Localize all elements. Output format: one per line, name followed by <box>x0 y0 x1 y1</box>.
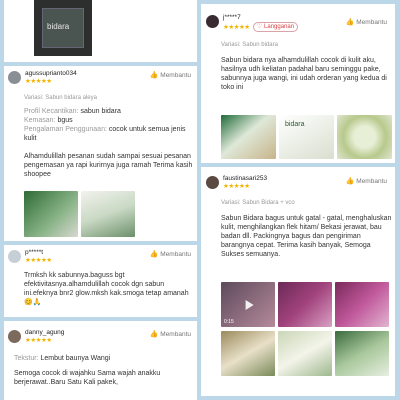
review-details: Profil Kecantikan: sabun bidara Kemasan:… <box>24 107 194 143</box>
username[interactable]: danny_agung <box>25 329 64 337</box>
variant-text: Variasi: Sabun bidara aleya <box>24 95 97 101</box>
star-rating: ★★★★★ <box>223 23 250 31</box>
review-text: Trmksh kk sabunnya.baguss bgt efektivita… <box>24 272 189 306</box>
review-text: Semoga cocok di wajahku Sama wajah anakk… <box>14 370 161 386</box>
review-card-5: faustinasari253 ★★★★★ 👍 Membantu Variasi… <box>201 167 395 396</box>
review-photo[interactable] <box>221 331 275 376</box>
review-card-2: p*****t ★★★★★ 👍 Membantu Trmksh kk sabun… <box>4 245 197 317</box>
detail-line: Profil Kecantikan: sabun bidara <box>24 108 121 115</box>
photo-label: bidara <box>285 121 305 128</box>
review-header: j*****7 ★★★★★ ♡ Langganan <box>206 14 299 32</box>
review-text: Alhamdulillah pesanan sudah sampai sesua… <box>24 153 193 178</box>
brand-text: bidara <box>47 22 70 31</box>
review-photo[interactable]: bidara <box>279 115 334 159</box>
helpful-label: Membantu <box>356 18 387 26</box>
helpful-button[interactable]: 👍 Membantu <box>149 330 191 339</box>
avatar[interactable] <box>8 330 21 343</box>
review-photo[interactable] <box>221 115 276 159</box>
review-photo[interactable] <box>335 282 389 327</box>
subscriber-badge: ♡ Langganan <box>252 22 299 32</box>
review-header: agussuprianto034 ★★★★★ <box>8 70 77 85</box>
review-text: Sabun Bidara bagus untuk gatal - gatal, … <box>221 215 392 258</box>
thumbs-up-icon: 👍 <box>345 178 355 185</box>
detail-line: Pengalaman Penggunaan: cocok untuk semua… <box>24 126 186 142</box>
review-photo[interactable] <box>337 115 392 159</box>
heart-icon: ♡ <box>256 24 263 30</box>
username[interactable]: j*****7 <box>223 14 298 22</box>
review-photos: 0:15 <box>221 282 393 376</box>
avatar[interactable] <box>8 250 21 263</box>
review-photos <box>24 191 135 237</box>
helpful-button[interactable]: 👍 Membantu <box>149 250 191 259</box>
helpful-label: Membantu <box>160 250 191 258</box>
username[interactable]: p*****t <box>25 249 52 257</box>
star-rating: ★★★★★ <box>223 183 250 190</box>
review-text: Sabun bidara nya alhamdulillah cocok di … <box>221 57 387 91</box>
star-rating: ★★★★★ <box>25 337 52 344</box>
avatar[interactable] <box>206 15 219 28</box>
username[interactable]: agussuprianto034 <box>25 70 77 78</box>
helpful-label: Membantu <box>160 71 191 79</box>
review-photo[interactable] <box>278 331 332 376</box>
helpful-label: Membantu <box>160 330 191 338</box>
review-card-1: agussuprianto034 ★★★★★ 👍 Membantu Varias… <box>4 66 197 241</box>
avatar[interactable] <box>8 71 21 84</box>
thumbs-up-icon: 👍 <box>149 331 159 338</box>
thumbs-up-icon: 👍 <box>345 19 355 26</box>
product-photo[interactable]: bidara <box>34 0 92 56</box>
review-header: danny_agung ★★★★★ <box>8 329 64 344</box>
top-photo-card: bidara <box>4 0 197 62</box>
review-details: Tekstur: Lembut baunya Wangi <box>14 355 111 362</box>
detail-line: Kemasan: bgus <box>24 117 73 124</box>
helpful-button[interactable]: 👍 Membantu <box>345 18 387 27</box>
username[interactable]: faustinasari253 <box>223 175 267 183</box>
thumbs-up-icon: 👍 <box>149 251 159 258</box>
review-video[interactable]: 0:15 <box>221 282 275 327</box>
review-photo[interactable] <box>335 331 389 376</box>
review-card-3: danny_agung ★★★★★ 👍 Membantu Tekstur: Le… <box>4 321 197 400</box>
variant-text: Variasi: Sabun bidara <box>221 42 278 48</box>
star-rating: ★★★★★ <box>25 78 52 85</box>
video-duration: 0:15 <box>224 319 234 325</box>
helpful-button[interactable]: 👍 Membantu <box>345 177 387 186</box>
variant-text: Variasi: Sabun Bidara + vco <box>221 200 295 206</box>
review-header: faustinasari253 ★★★★★ <box>206 175 267 190</box>
review-photo[interactable] <box>278 282 332 327</box>
review-header: p*****t ★★★★★ <box>8 249 52 264</box>
review-photo[interactable] <box>24 191 78 237</box>
review-photo[interactable] <box>81 191 135 237</box>
play-icon <box>245 299 254 310</box>
thumbs-up-icon: 👍 <box>149 72 159 79</box>
star-rating: ★★★★★ <box>25 257 52 264</box>
review-card-4: j*****7 ★★★★★ ♡ Langganan 👍 Membantu Var… <box>201 4 395 163</box>
helpful-label: Membantu <box>356 177 387 185</box>
avatar[interactable] <box>206 176 219 189</box>
review-photos: bidara <box>221 115 392 159</box>
helpful-button[interactable]: 👍 Membantu <box>149 71 191 80</box>
